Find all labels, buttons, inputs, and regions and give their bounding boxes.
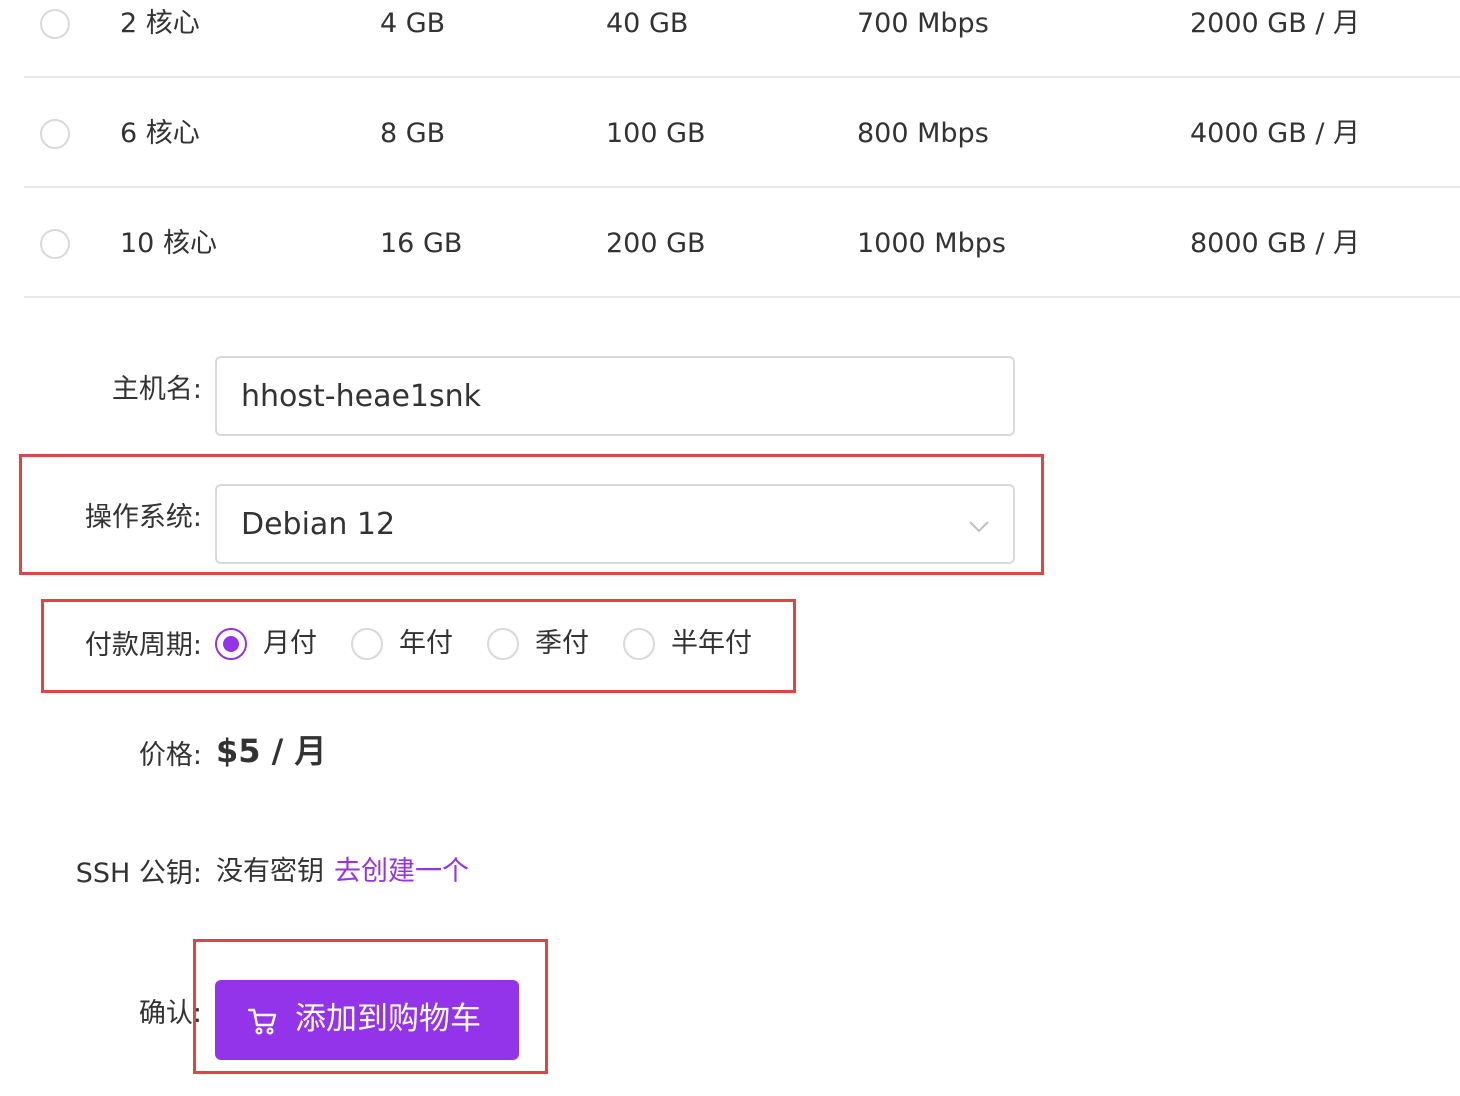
ssh-no-key-text: 没有密钥 <box>216 856 324 887</box>
price-value: $5 / 月 <box>216 732 327 770</box>
confirm-label: 确认: <box>138 998 202 1029</box>
plan-row[interactable]: 6 核心 8 GB 100 GB 800 Mbps 4000 GB / 月 <box>24 78 1460 188</box>
plan-radio[interactable] <box>40 119 70 149</box>
plan-cpu: 6 核心 <box>120 118 200 149</box>
plan-bandwidth: 1000 Mbps <box>857 228 1006 259</box>
ssh-key-status: 没有密钥 去创建一个 <box>216 858 469 885</box>
plan-bandwidth: 800 Mbps <box>857 118 989 149</box>
plan-radio[interactable] <box>40 9 70 39</box>
os-select-value: Debian 12 <box>241 507 396 542</box>
billing-option-quarterly[interactable]: 季付 <box>487 628 597 662</box>
create-ssh-key-link[interactable]: 去创建一个 <box>334 856 469 887</box>
plan-memory: 8 GB <box>380 118 446 149</box>
hostname-label: 主机名: <box>111 374 202 405</box>
plan-traffic: 4000 GB / 月 <box>1190 118 1361 149</box>
billing-label: 付款周期: <box>84 630 202 661</box>
add-to-cart-label: 添加到购物车 <box>295 1001 481 1037</box>
radio-unchecked-icon <box>351 628 383 660</box>
os-label: 操作系统: <box>84 502 202 533</box>
price-label: 价格: <box>138 740 202 771</box>
radio-unchecked-icon <box>623 628 655 660</box>
radio-unchecked-icon <box>487 628 519 660</box>
billing-option-label: 年付 <box>399 628 453 659</box>
add-to-cart-button[interactable]: 添加到购物车 <box>215 980 519 1060</box>
plan-traffic: 2000 GB / 月 <box>1190 8 1361 39</box>
ssh-label: SSH 公钥: <box>75 858 202 889</box>
shopping-cart-icon <box>248 1008 277 1035</box>
chevron-down-icon <box>969 521 989 533</box>
plan-row[interactable]: 10 核心 16 GB 200 GB 1000 Mbps 8000 GB / 月 <box>24 188 1460 298</box>
billing-option-label: 半年付 <box>671 628 752 659</box>
plan-bandwidth: 700 Mbps <box>857 8 989 39</box>
billing-option-label: 月付 <box>263 628 317 659</box>
billing-option-monthly[interactable]: 月付 <box>215 628 325 662</box>
plan-row[interactable]: 2 核心 4 GB 40 GB 700 Mbps 2000 GB / 月 <box>24 0 1460 78</box>
billing-option-half-year[interactable]: 半年付 <box>623 628 763 662</box>
plan-cpu: 2 核心 <box>120 8 200 39</box>
plan-cpu: 10 核心 <box>120 228 217 259</box>
plan-disk: 200 GB <box>606 228 706 259</box>
hostname-input[interactable] <box>215 356 1015 436</box>
plan-radio[interactable] <box>40 229 70 259</box>
os-select[interactable]: Debian 12 <box>215 484 1015 564</box>
radio-checked-icon <box>215 628 247 660</box>
plan-memory: 16 GB <box>380 228 463 259</box>
plan-disk: 40 GB <box>606 8 689 39</box>
plan-memory: 4 GB <box>380 8 446 39</box>
server-order-form: 2 核心 4 GB 40 GB 700 Mbps 2000 GB / 月 6 核… <box>0 0 1460 1096</box>
billing-option-label: 季付 <box>535 628 589 659</box>
billing-option-yearly[interactable]: 年付 <box>351 628 461 662</box>
plan-disk: 100 GB <box>606 118 706 149</box>
plan-traffic: 8000 GB / 月 <box>1190 228 1361 259</box>
